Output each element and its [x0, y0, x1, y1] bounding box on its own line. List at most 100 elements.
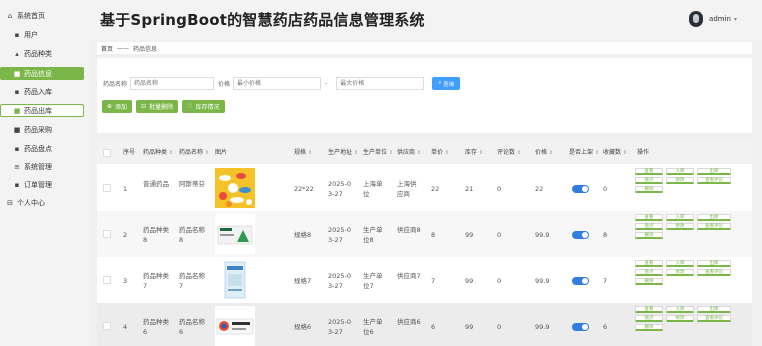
header: 基于SpringBoot的智慧药店药品信息管理系统 admin ▾ — [90, 0, 762, 40]
op-button[interactable]: 入库 — [666, 306, 694, 313]
listed-toggle[interactable] — [572, 231, 589, 239]
column-header[interactable]: 收藏数 ⇕ — [603, 148, 627, 158]
column-header[interactable]: 药品名称 ⇕ — [179, 148, 209, 158]
sidebar-item-7[interactable]: ▪ 药品盘点 — [0, 142, 90, 155]
row-checkbox[interactable] — [103, 230, 111, 238]
column-header[interactable]: 库存 ⇕ — [465, 148, 483, 158]
listed-toggle[interactable] — [572, 185, 589, 193]
sort-icon[interactable]: ⇕ — [169, 150, 173, 156]
sidebar-item-1[interactable]: ▪ 用户 — [0, 28, 90, 41]
breadcrumb: 首页 —— 药品信息 — [97, 42, 752, 54]
op-button[interactable]: 盘点 — [635, 269, 663, 276]
sort-icon[interactable]: ⇕ — [479, 150, 483, 156]
search-button[interactable]: ⌕ 查询 — [432, 77, 461, 90]
add-button[interactable]: ⊕ 添加 — [102, 100, 133, 113]
breadcrumb-current: 药品信息 — [133, 45, 158, 53]
sort-icon[interactable]: ⇕ — [308, 150, 312, 156]
column-header[interactable]: 价格 ⇕ — [535, 148, 553, 158]
column-header[interactable]: 规格 ⇕ — [294, 148, 312, 158]
op-button[interactable]: 盘点 — [635, 315, 663, 322]
user-menu[interactable]: admin ▾ — [689, 11, 737, 27]
op-button[interactable]: 查看评论 — [697, 177, 731, 184]
drug-image — [215, 306, 255, 346]
listed-toggle[interactable] — [572, 323, 589, 331]
op-button[interactable]: 删除 — [635, 324, 663, 331]
op-button[interactable]: 出库 — [697, 214, 731, 221]
op-button[interactable]: 查看 — [635, 260, 663, 267]
sidebar-item-2[interactable]: ▴ 药品种类 — [0, 47, 90, 60]
row-checkbox[interactable] — [103, 322, 111, 330]
select-all-checkbox[interactable] — [103, 149, 111, 157]
column-header[interactable]: 是否上架 ⇕ — [569, 148, 599, 158]
sidebar-item-3[interactable]: ■ 药品信息 — [0, 67, 84, 80]
row-actions: 查看 入库 出库盘点 修改 查看评论删除 — [635, 260, 731, 285]
column-header[interactable]: 供应商 ⇕ — [397, 148, 421, 158]
page-title: 基于SpringBoot的智慧药店药品信息管理系统 — [100, 11, 425, 29]
cell-unit_price: 8 — [431, 231, 436, 239]
min-price-input[interactable] — [233, 77, 322, 90]
sort-icon[interactable]: ⇕ — [354, 150, 358, 156]
op-button[interactable]: 删除 — [635, 278, 663, 285]
sidebar-item-label: 系统首页 — [17, 11, 45, 20]
sort-icon[interactable]: ⇕ — [595, 150, 599, 156]
op-button[interactable]: 查看 — [635, 214, 663, 221]
op-button[interactable]: 盘点 — [635, 177, 663, 184]
sort-icon[interactable]: ⇕ — [205, 150, 209, 156]
op-button[interactable]: 查看 — [635, 168, 663, 175]
cell-spec: 规格7 — [294, 277, 312, 285]
max-price-input[interactable] — [336, 77, 425, 90]
op-button[interactable]: 入库 — [666, 260, 694, 267]
sort-icon[interactable]: ⇕ — [445, 150, 449, 156]
row-checkbox[interactable] — [103, 276, 111, 284]
drug-image — [215, 168, 255, 208]
drug-image — [215, 214, 255, 254]
grid-icon: ▪ — [14, 144, 20, 153]
sort-icon[interactable]: ⇕ — [417, 150, 421, 156]
op-button[interactable]: 查看评论 — [697, 269, 731, 276]
op-button[interactable]: 入库 — [666, 168, 694, 175]
row-checkbox[interactable] — [103, 184, 111, 192]
op-button[interactable]: 修改 — [666, 223, 694, 230]
sidebar-item-0[interactable]: ⌂ 系统首页 — [0, 9, 90, 22]
sidebar-item-5[interactable]: ■ 药品出库 — [0, 104, 84, 117]
op-button[interactable]: 查看 — [635, 306, 663, 313]
op-button[interactable]: 删除 — [635, 186, 663, 193]
column-header[interactable]: 单价 ⇕ — [431, 148, 449, 158]
sort-icon[interactable]: ⇕ — [549, 150, 553, 156]
op-button[interactable]: 修改 — [666, 315, 694, 322]
cell-unit_price: 7 — [431, 277, 436, 285]
sidebar-item-label: 药品盘点 — [24, 144, 52, 153]
column-header[interactable]: 药品种类 ⇕ — [143, 148, 173, 158]
column-header[interactable]: 评论数 ⇕ — [497, 148, 521, 158]
op-button[interactable]: 入库 — [666, 214, 694, 221]
sort-icon[interactable]: ⇕ — [389, 150, 393, 156]
op-button[interactable]: 盘点 — [635, 223, 663, 230]
sidebar-item-4[interactable]: ▪ 药品入库 — [0, 85, 90, 98]
op-button[interactable]: 修改 — [666, 269, 694, 276]
sort-icon[interactable]: ⇕ — [623, 150, 627, 156]
op-button[interactable]: 出库 — [697, 306, 731, 313]
op-button[interactable]: 出库 — [697, 260, 731, 267]
op-button[interactable]: 修改 — [666, 177, 694, 184]
column-header[interactable]: 生产单位 ⇕ — [363, 148, 393, 158]
cell-fav: 0 — [603, 185, 608, 193]
column-header-label: 生产地址 — [328, 149, 353, 156]
sidebar-item-10[interactable]: ⊟ 个人中心 — [0, 196, 90, 209]
stock-button[interactable]: ♡ 库存情况 — [182, 100, 225, 113]
batch-delete-button[interactable]: ⊟ 批量删除 — [136, 100, 179, 113]
listed-toggle[interactable] — [572, 277, 589, 285]
column-header[interactable]: 生产地址 ⇕ — [328, 148, 358, 158]
op-button[interactable]: 查看评论 — [697, 315, 731, 322]
sidebar-item-6[interactable]: ■ 药品采购 — [0, 123, 90, 136]
breadcrumb-home[interactable]: 首页 — [101, 44, 113, 53]
sidebar-item-8[interactable]: ≡ 系统管理 — [0, 160, 90, 173]
sidebar-item-label: 个人中心 — [17, 198, 45, 207]
op-button[interactable]: 删除 — [635, 232, 663, 239]
sort-icon[interactable]: ⇕ — [517, 150, 521, 156]
table-row: 4 药品种类6 药品名称6 规格6 2025-03-27 生产单位6 供应商6 6 99 0 99.… — [97, 303, 752, 346]
username: admin — [709, 15, 731, 23]
op-button[interactable]: 出库 — [697, 168, 731, 175]
sidebar-item-9[interactable]: ▪ 订单管理 — [0, 178, 90, 191]
name-input[interactable] — [130, 77, 215, 90]
op-button[interactable]: 查看评论 — [697, 223, 731, 230]
